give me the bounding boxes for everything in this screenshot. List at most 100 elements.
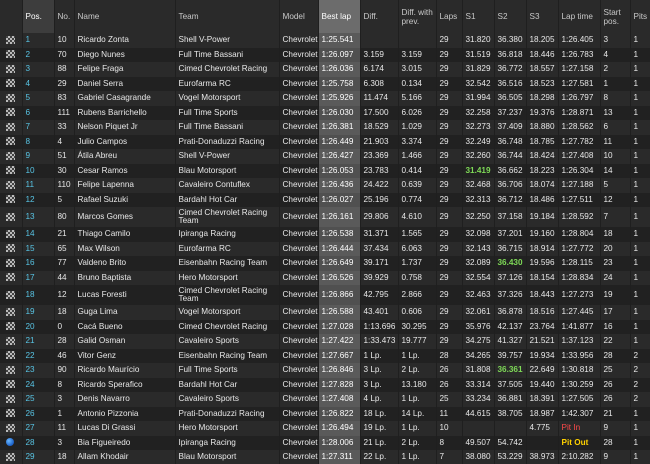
table-row[interactable]: 28 3 Bia Figueiredo Ipiranga Racing Chevrole… [0,435,650,450]
checkered-flag-icon [6,380,15,389]
header-s3[interactable]: S3 [526,0,559,33]
cell-model: Chevrolet [279,392,319,407]
cell-laps: 25 [436,392,463,407]
header-s1[interactable]: S1 [462,0,495,33]
cell-no: 21 [54,227,75,242]
table-row[interactable]: 22 46 Vitor Genz Eisenbahn Racing Team Chevr… [0,348,650,363]
cell-lap: 1:27.188 [558,178,601,193]
table-row[interactable]: 15 65 Max Wilson Eurofarma RC Chevrolet 1:26.… [0,241,650,256]
cell-no: 12 [54,285,75,305]
row-marker [0,305,23,320]
header-flag[interactable] [0,0,23,33]
table-row[interactable]: 3 88 Felipe Fraga Cimed Chevrolet Racing Che… [0,62,650,77]
cell-pits: 2 [630,363,650,378]
cell-lap: 1:27.158 [558,62,601,77]
cell-model: Chevrolet [279,120,319,135]
table-row[interactable]: 2 70 Diego Nunes Full Time Bassani Chevrolet… [0,47,650,62]
cell-name: Vitor Genz [74,348,176,363]
header-team[interactable]: Team [175,0,280,33]
cell-s3: 4.775 [526,421,559,436]
table-row[interactable]: 14 21 Thiago Camilo Ipiranga Racing Chevrole… [0,227,650,242]
table-row[interactable]: 20 0 Cacá Bueno Cimed Chevrolet Racing Chevr… [0,319,650,334]
table-row[interactable]: 12 5 Rafael Suzuki Bardahl Hot Car Chevrolet… [0,192,650,207]
table-row[interactable]: 26 1 Antonio Pizzonia Prati-Donaduzzi Racin… [0,406,650,421]
table-row[interactable]: 21 28 Galid Osman Cavaleiro Sports Chevrolet… [0,334,650,349]
table-row[interactable]: 5 83 Gabriel Casagrande Vogel Motorsport Che… [0,91,650,106]
table-row[interactable]: 6 111 Rubens Barrichello Full Time Sports Ch… [0,105,650,120]
table-row[interactable]: 16 77 Valdeno Brito Eisenbahn Racing Team Ch… [0,256,650,271]
cell-model: Chevrolet [279,270,319,285]
header-start-pos[interactable]: Start pos. [600,0,631,33]
table-row[interactable]: 1 10 Ricardo Zonta Shell V-Power Chevrolet 1:… [0,33,650,48]
table-row[interactable]: 24 8 Ricardo Sperafico Bardahl Hot Car Chevr… [0,377,650,392]
header-model[interactable]: Model [279,0,319,33]
cell-diffp: 13.180 [398,377,437,392]
table-row[interactable]: 18 12 Lucas Foresti Cimed Chevrolet Racing … [0,285,650,305]
checkered-flag-icon [6,50,15,59]
cell-best: 1:27.422 [318,334,361,349]
table-row[interactable]: 13 80 Marcos Gomes Cimed Chevrolet Racing T… [0,207,650,227]
cell-pos: 25 [22,392,55,407]
header-s2[interactable]: S2 [494,0,527,33]
row-marker [0,377,23,392]
cell-laps: 7 [436,450,463,464]
row-marker [0,319,23,334]
table-row[interactable]: 4 29 Daniel Serra Eurofarma RC Chevrolet 1:25… [0,76,650,91]
table-row[interactable]: 27 11 Lucas Di Grassi Hero Motorsport Chevro… [0,421,650,436]
header-name[interactable]: Name [74,0,176,33]
cell-model: Chevrolet [279,421,319,436]
cell-no: 46 [54,348,75,363]
cell-pits: 2 [630,348,650,363]
table-row[interactable]: 25 3 Denis Navarro Cavaleiro Sports Chevrole… [0,392,650,407]
header-no[interactable]: No. [54,0,75,33]
cell-diff: 29.806 [360,207,399,227]
table-row[interactable]: 11 110 Felipe Lapenna Cavaleiro Contuflex Ch… [0,178,650,193]
cell-diff: 39.929 [360,270,399,285]
cell-start: 23 [600,256,631,271]
header-laps[interactable]: Laps [436,0,463,33]
cell-best: 1:26.161 [318,207,361,227]
cell-pits: 1 [630,319,650,334]
header-pos[interactable]: Pos. [22,0,55,33]
cell-diffp: 1 Lp. [398,450,437,464]
cell-best: 1:26.436 [318,178,361,193]
cell-diffp: 14 Lp. [398,406,437,421]
cell-name: Diego Nunes [74,47,176,62]
table-row[interactable]: 29 18 Allam Khodair Blau Motorsport Chevrole… [0,450,650,464]
table-row[interactable]: 23 90 Ricardo Maurício Full Time Sports Chev… [0,363,650,378]
table-row[interactable]: 7 33 Nelson Piquet Jr Full Time Bassani Chev… [0,120,650,135]
cell-diff: 25.196 [360,192,399,207]
cell-pits: 1 [630,270,650,285]
table-row[interactable]: 19 18 Guga Lima Vogel Motorsport Chevrolet 1:… [0,305,650,320]
cell-name: Daniel Serra [74,76,176,91]
table-row[interactable]: 17 44 Bruno Baptista Hero Motorsport Chevrol… [0,270,650,285]
table-row[interactable]: 10 30 Cesar Ramos Blau Motorsport Chevrolet 1… [0,163,650,178]
cell-diff: 6.308 [360,76,399,91]
cell-pits: 2 [630,377,650,392]
cell-best: 1:26.381 [318,120,361,135]
header-pits[interactable]: Pits [630,0,650,33]
cell-team: Cavaleiro Contuflex [175,178,280,193]
header-diff[interactable]: Diff. [360,0,399,33]
cell-pits: 1 [630,256,650,271]
cell-no: 28 [54,334,75,349]
cell-start: 9 [600,450,631,464]
table-row[interactable]: 8 4 Julio Campos Prati-Donaduzzi Racing Chev… [0,134,650,149]
cell-laps: 10 [436,421,463,436]
cell-diffp: 1.029 [398,120,437,135]
cell-team: Hero Motorsport [175,421,280,436]
cell-no: 10 [54,33,75,48]
header-best-lap[interactable]: Best lap [318,0,361,33]
cell-lap: Pit Out [558,435,601,450]
cell-diff [360,33,399,48]
header-diff-prev[interactable]: Diff. with prev. [398,0,437,33]
table-row[interactable]: 9 51 Átila Abreu Shell V-Power Chevrolet 1:26… [0,149,650,164]
cell-s2: 36.748 [494,134,527,149]
cell-start: 6 [600,120,631,135]
cell-lap: Pit In [558,421,601,436]
header-lap-time[interactable]: Lap time [558,0,601,33]
checkered-flag-icon [6,229,15,238]
checkered-flag-icon [6,212,15,221]
cell-laps: 29 [436,285,463,305]
cell-no: 8 [54,377,75,392]
